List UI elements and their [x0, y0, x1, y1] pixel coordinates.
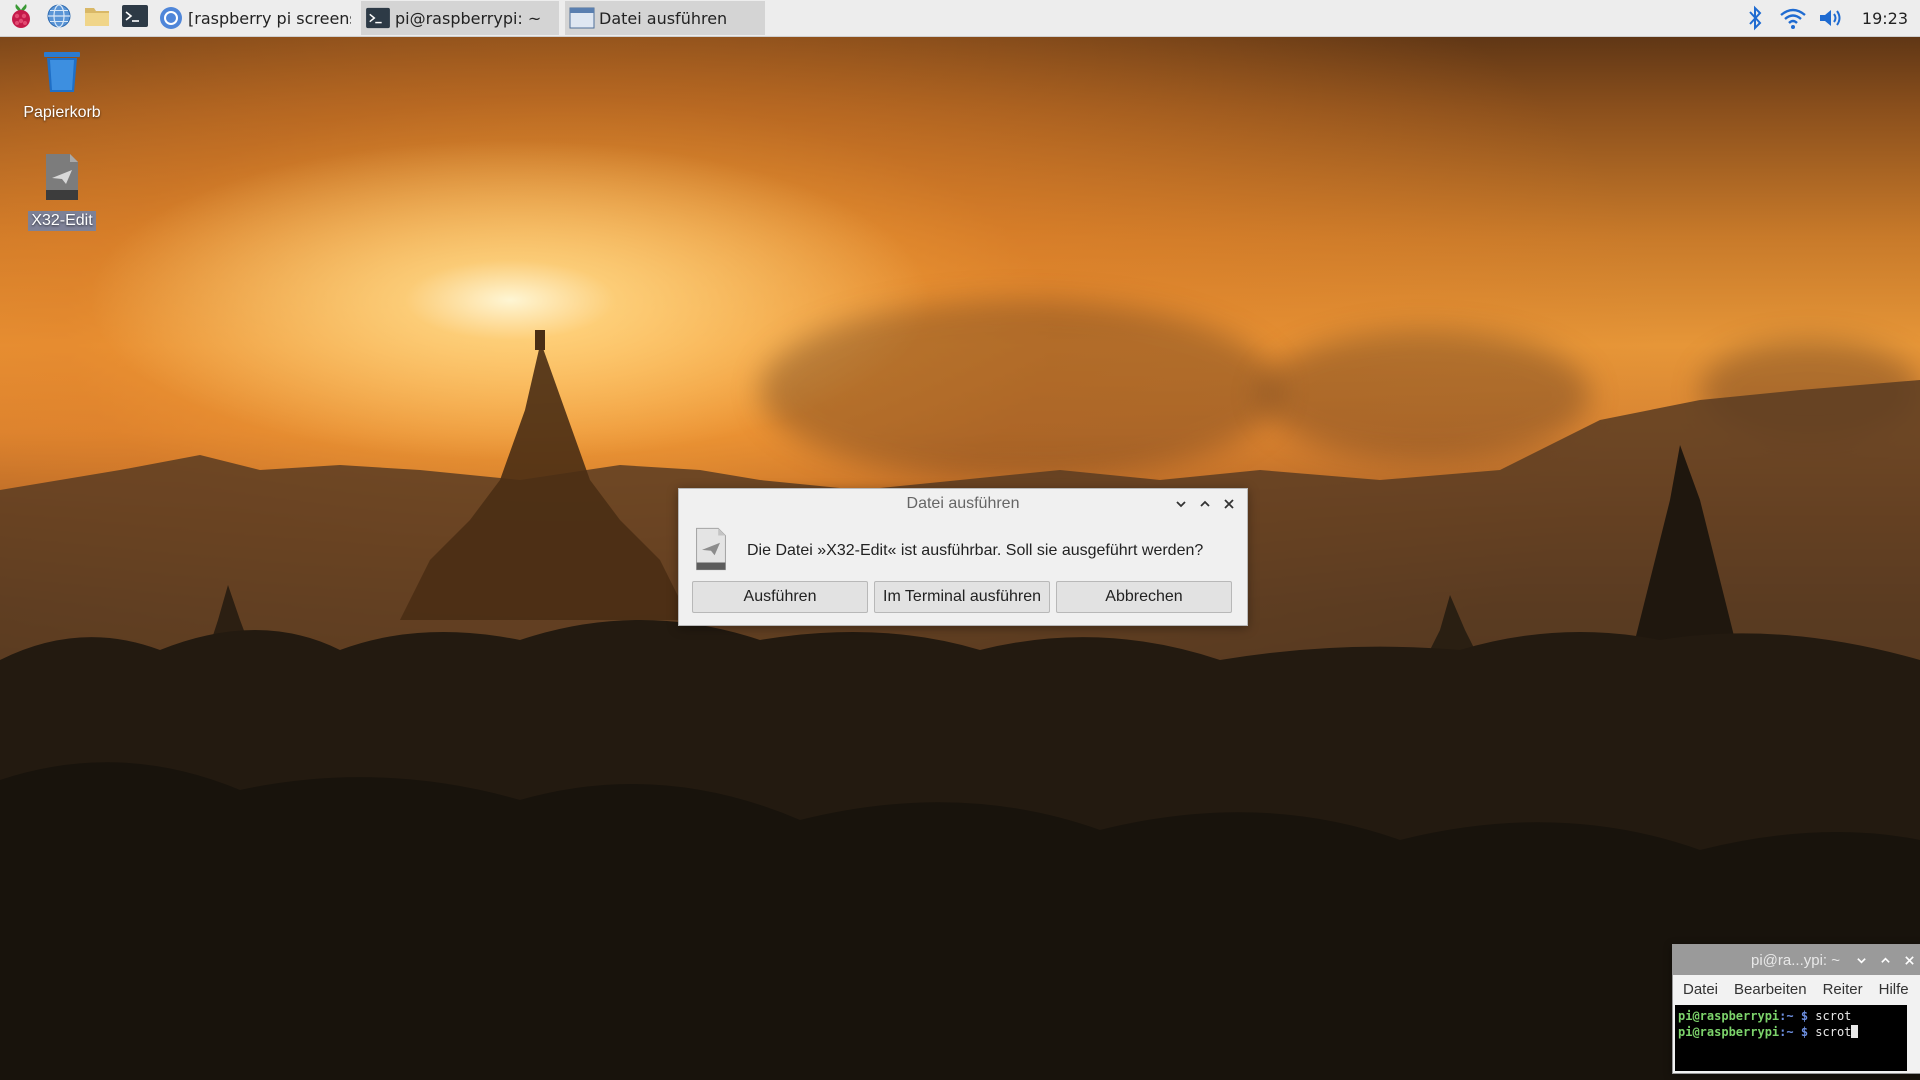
taskbar-window-label: pi@raspberrypi: ~ — [395, 8, 542, 28]
terminal-icon — [121, 4, 149, 32]
run-file-dialog: Datei ausführen Die Datei »X32-Edit« ist… — [678, 488, 1248, 626]
desktop-icon-label: Papierkorb — [23, 104, 101, 121]
menu-item-help[interactable]: Hilfe — [1879, 981, 1909, 998]
run-in-terminal-button[interactable]: Im Terminal ausführen — [874, 581, 1050, 613]
taskbar-window-label: [raspberry pi screens... — [188, 8, 351, 28]
executable-file-icon — [42, 152, 82, 207]
window-icon — [569, 5, 595, 31]
taskbar-window-label: Datei ausführen — [599, 8, 728, 28]
desktop-icon-x32-edit[interactable]: X32-Edit — [7, 152, 117, 231]
wifi-icon[interactable] — [1778, 3, 1808, 33]
minimize-button[interactable] — [1849, 948, 1873, 972]
terminal-titlebar[interactable]: pi@ra...ypi: ~ — [1673, 945, 1920, 975]
chevron-up-icon — [1200, 500, 1210, 507]
terminal-window: pi@ra...ypi: ~ Datei Bearbeiten Reiter H… — [1672, 944, 1920, 1074]
terminal-title: pi@ra...ypi: ~ — [1751, 951, 1841, 969]
menu-item-edit[interactable]: Bearbeiten — [1734, 981, 1807, 998]
folder-icon — [83, 4, 111, 32]
menu-item-tabs[interactable]: Reiter — [1823, 981, 1863, 998]
dialog-message: Die Datei »X32-Edit« ist ausführbar. Sol… — [747, 542, 1204, 559]
terminal-menubar: Datei Bearbeiten Reiter Hilfe — [1673, 975, 1920, 1003]
raspberry-icon — [8, 2, 34, 34]
menu-item-file[interactable]: Datei — [1683, 981, 1718, 998]
desktop-icon-trash[interactable]: Papierkorb — [7, 48, 117, 123]
close-button[interactable] — [1217, 492, 1241, 516]
volume-icon[interactable] — [1816, 3, 1846, 33]
dialog-titlebar[interactable]: Datei ausführen — [679, 489, 1247, 519]
executable-file-icon — [693, 526, 729, 577]
web-browser-launcher[interactable] — [42, 1, 76, 35]
system-tray: 19:23 — [1732, 0, 1920, 36]
cancel-button[interactable]: Abbrechen — [1056, 581, 1232, 613]
chevron-down-icon — [1176, 501, 1186, 508]
dialog-title: Datei ausführen — [906, 495, 1020, 512]
close-button[interactable] — [1897, 948, 1920, 972]
clock[interactable]: 19:23 — [1862, 9, 1908, 28]
terminal-icon — [365, 5, 391, 31]
chromium-icon — [158, 5, 184, 31]
taskbar-window-terminal[interactable]: pi@raspberrypi: ~ — [361, 1, 559, 35]
maximize-button[interactable] — [1193, 492, 1217, 516]
chevron-up-icon — [1880, 956, 1890, 963]
terminal-line: pi@raspberrypi:~ $ scrot — [1678, 1009, 1852, 1023]
desktop: Papierkorb X32-Edit [raspberry pi screen… — [0, 0, 1920, 1080]
chevron-down-icon — [1856, 957, 1866, 964]
taskbar: [raspberry pi screens... pi@raspberrypi:… — [0, 0, 1920, 37]
globe-icon — [46, 3, 72, 33]
desktop-icon-label: X32-Edit — [28, 211, 96, 231]
run-button[interactable]: Ausführen — [692, 581, 868, 613]
close-icon — [1224, 499, 1234, 509]
file-manager-launcher[interactable] — [80, 1, 114, 35]
terminal-scrollbar[interactable] — [1909, 1005, 1919, 1071]
text-cursor — [1851, 1025, 1859, 1038]
terminal-screen[interactable]: pi@raspberrypi:~ $ scrot pi@raspberrypi:… — [1675, 1005, 1907, 1071]
minimize-button[interactable] — [1169, 492, 1193, 516]
terminal-line: pi@raspberrypi:~ $ scrot — [1678, 1024, 1904, 1040]
bluetooth-icon[interactable] — [1740, 3, 1770, 33]
raspberry-menu-button[interactable] — [4, 1, 38, 35]
close-icon — [1904, 955, 1914, 965]
terminal-launcher[interactable] — [118, 1, 152, 35]
maximize-button[interactable] — [1873, 948, 1897, 972]
taskbar-window-chromium[interactable]: [raspberry pi screens... — [154, 1, 351, 35]
taskbar-window-dialog[interactable]: Datei ausführen — [565, 1, 765, 35]
trash-icon — [38, 48, 86, 99]
